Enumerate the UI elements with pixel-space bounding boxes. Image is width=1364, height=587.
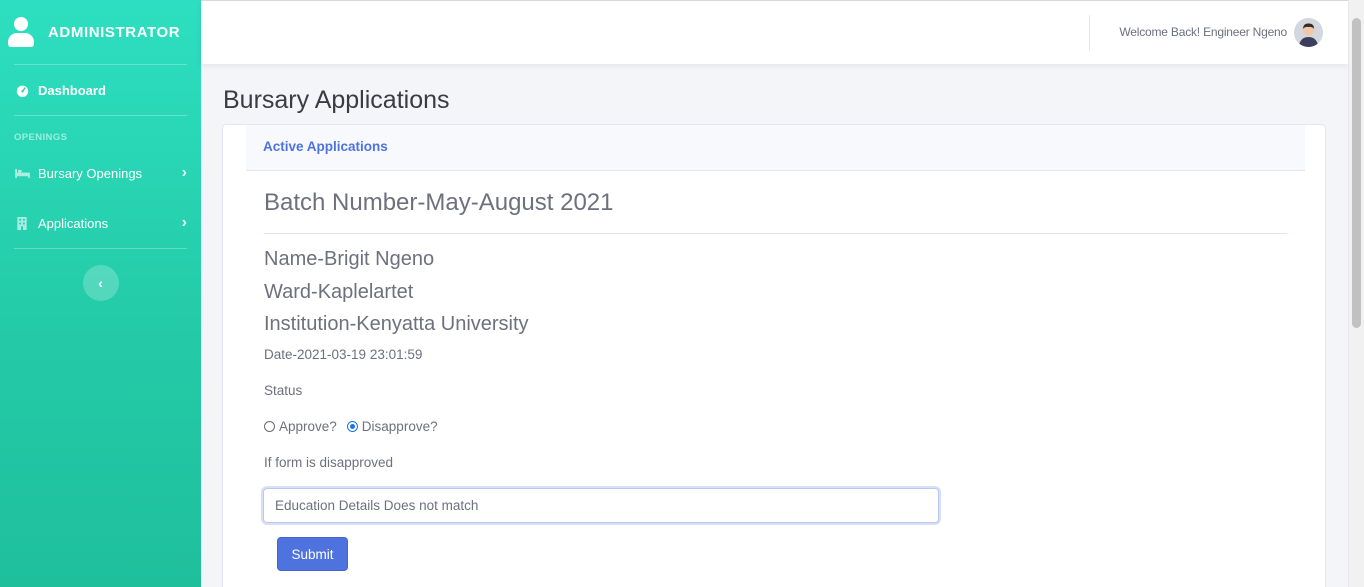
disapprove-radio[interactable]: Disapprove? [346,419,438,434]
reason-label: If form is disapproved [264,455,394,470]
avatar[interactable] [1294,18,1323,47]
sidebar-item-label: Bursary Openings [38,165,143,181]
sidebar: ADMINISTRATOR Dashboard OPENINGS Bursary… [0,0,201,587]
sidebar-item-bursary-openings[interactable]: Bursary Openings › [0,148,201,198]
radio-circle[interactable] [264,421,275,432]
building-icon [14,216,30,230]
chevron-right-icon: › [181,214,187,231]
status-label: Status [264,383,303,398]
tab-active-applications[interactable]: Active Applications [263,139,388,154]
sidebar-item-dashboard[interactable]: Dashboard [0,65,201,115]
applicant-institution: Institution-Kenyatta University [264,313,529,335]
application-card: Active Applications Batch Number-May-Aug… [222,124,1326,587]
status-radio-group: Approve? Disapprove? [264,419,448,434]
tachometer-icon [14,84,30,97]
sidebar-item-label: Applications [38,215,109,231]
approve-radio[interactable]: Approve? [264,419,337,434]
brand-title: ADMINISTRATOR [48,23,181,41]
divider [264,233,1287,234]
page-title: Bursary Applications [223,86,450,114]
topbar: Welcome Back! Engineer Ngeno [201,0,1348,64]
bed-icon [14,168,30,179]
disapprove-label: Disapprove? [361,419,438,434]
submit-button[interactable]: Submit [277,537,348,571]
chevron-right-icon: › [181,164,187,181]
sidebar-divider [14,248,187,249]
sidebar-item-applications[interactable]: Applications › [0,198,201,248]
scrollbar-thumb[interactable] [1352,18,1361,328]
applicant-ward: Ward-Kaplelartet [264,281,414,303]
sidebar-item-label: Dashboard [38,82,106,98]
application-date: Date-2021-03-19 23:01:59 [264,347,423,362]
scrollbar[interactable] [1348,0,1364,587]
approve-label: Approve? [279,419,337,434]
sidebar-heading: OPENINGS [14,132,68,143]
sidebar-brand[interactable]: ADMINISTRATOR [0,0,201,64]
card-header: Active Applications [246,125,1305,171]
topbar-divider [1089,15,1090,51]
user-icon [8,17,34,47]
welcome-text[interactable]: Welcome Back! Engineer Ngeno [1119,25,1287,39]
batch-number: Batch Number-May-August 2021 [264,189,614,216]
applicant-name: Name-Brigit Ngeno [264,248,435,270]
chevron-left-icon: ‹ [98,275,103,291]
sidebar-toggle-button[interactable]: ‹ [82,265,119,301]
disapproval-reason-input[interactable] [263,488,939,523]
radio-circle-checked[interactable] [346,421,358,432]
